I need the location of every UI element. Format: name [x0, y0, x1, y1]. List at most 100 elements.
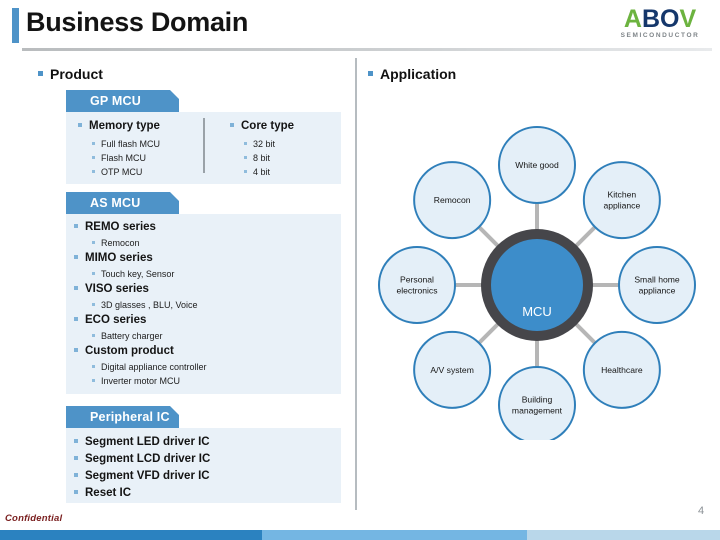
satellite-label: Remocon: [434, 195, 471, 205]
satellite-node[interactable]: Kitchen appliance: [582, 161, 661, 240]
section-heading-product-label: Product: [50, 66, 103, 82]
label: Digital appliance controller: [101, 362, 207, 372]
square-bullet-icon: [74, 316, 78, 321]
satellite-label: Healthcare: [601, 365, 643, 375]
square-bullet-icon: [74, 489, 78, 494]
gp-core-item: 8 bit: [244, 153, 270, 163]
label: Segment LED driver IC: [85, 436, 210, 448]
square-bullet-icon: [92, 379, 95, 383]
hub-label: MCU: [522, 304, 552, 319]
satellite-label: A/V system: [430, 365, 473, 375]
square-bullet-icon: [38, 71, 43, 77]
peripheral-item: Reset IC: [74, 487, 131, 499]
square-bullet-icon: [92, 365, 95, 369]
footer-color-bar: [0, 530, 720, 540]
square-bullet-icon: [92, 272, 95, 276]
square-bullet-icon: [92, 334, 95, 338]
header-divider-rule: [22, 48, 712, 51]
footer-bar-segment-2: [262, 530, 527, 540]
spoke-line: [573, 321, 598, 346]
square-bullet-icon: [74, 438, 78, 443]
satellite-node[interactable]: A/V system: [413, 330, 492, 409]
square-bullet-icon: [78, 122, 82, 127]
label: 4 bit: [253, 167, 271, 177]
column-divider: [355, 58, 357, 510]
square-bullet-icon: [74, 347, 78, 352]
logo-tagline: SEMICONDUCTOR: [620, 32, 700, 39]
label: ECO series: [85, 314, 147, 326]
as-group-item: 3D glasses , BLU, Voice: [92, 300, 198, 310]
section-heading-application: Application: [368, 66, 456, 82]
gp-mcu-inner-divider: [203, 118, 205, 173]
as-group-item: Inverter motor MCU: [92, 376, 180, 386]
spoke-line: [476, 321, 501, 346]
application-hub-spoke-diagram: White good Kitchen appliance Small home appl…: [360, 120, 720, 440]
square-bullet-icon: [244, 170, 247, 174]
satellite-node[interactable]: Personal electronics: [378, 246, 456, 324]
gp-group-title-core-type: Core type: [230, 120, 294, 132]
as-group-title-viso: VISO series: [74, 283, 149, 295]
square-bullet-icon: [244, 142, 247, 146]
square-bullet-icon: [92, 303, 95, 307]
label: Full flash MCU: [101, 139, 161, 149]
label: VISO series: [85, 283, 149, 295]
gp-group-title-memory-type: Memory type: [78, 120, 160, 132]
satellite-node[interactable]: Building management: [498, 366, 576, 440]
square-bullet-icon: [368, 71, 373, 77]
square-bullet-icon: [74, 455, 78, 460]
square-bullet-icon: [92, 170, 95, 174]
as-group-title-custom: Custom product: [74, 345, 174, 357]
section-heading-product: Product: [38, 66, 103, 82]
logo-letters-bo: BO: [641, 5, 680, 33]
page-number: 4: [697, 505, 705, 517]
as-group-title-eco: ECO series: [74, 314, 146, 326]
as-group-item: Remocon: [92, 238, 140, 248]
satellite-label: Personal electronics: [396, 275, 437, 296]
satellite-node[interactable]: Small home appliance: [618, 246, 696, 324]
confidential-marking: Confidential: [5, 513, 63, 524]
satellite-node[interactable]: Healthcare: [582, 330, 661, 409]
footer-bar-segment-1: [0, 530, 262, 540]
square-bullet-icon: [74, 223, 78, 228]
label: Touch key, Sensor: [101, 269, 175, 279]
label: Remocon: [101, 238, 140, 248]
label: Core type: [241, 120, 295, 132]
section-heading-application-label: Application: [380, 66, 457, 82]
label: 32 bit: [253, 139, 276, 149]
tab-as-mcu[interactable]: AS MCU: [66, 192, 179, 214]
tab-peripheral-ic[interactable]: Peripheral IC: [66, 406, 179, 428]
peripheral-item: Segment VFD driver IC: [74, 470, 210, 482]
label: 8 bit: [253, 153, 271, 163]
abov-semiconductor-logo: ABOV SEMICONDUCTOR: [608, 6, 712, 42]
satellite-node[interactable]: Remocon: [413, 161, 492, 240]
label: Segment VFD driver IC: [85, 470, 210, 482]
label: 3D glasses , BLU, Voice: [101, 300, 198, 310]
square-bullet-icon: [92, 156, 95, 160]
square-bullet-icon: [92, 241, 95, 245]
gp-memory-item: Full flash MCU: [92, 139, 160, 149]
gp-core-item: 4 bit: [244, 167, 270, 177]
tab-gp-mcu[interactable]: GP MCU: [66, 90, 179, 112]
logo-letter-v: V: [679, 5, 697, 33]
hub-node: MCU: [481, 229, 593, 341]
as-group-title-remo: REMO series: [74, 221, 156, 233]
spoke-line: [573, 224, 598, 249]
square-bullet-icon: [244, 156, 247, 160]
logo-letter-a: A: [623, 5, 642, 33]
satellite-label: White good: [515, 160, 559, 170]
title-accent-bar: [12, 8, 19, 43]
square-bullet-icon: [92, 142, 95, 146]
label: Reset IC: [85, 487, 132, 499]
gp-memory-item: OTP MCU: [92, 167, 142, 177]
as-group-title-mimo: MIMO series: [74, 252, 153, 264]
label: OTP MCU: [101, 167, 143, 177]
as-group-item: Touch key, Sensor: [92, 269, 174, 279]
label: REMO series: [85, 221, 156, 233]
square-bullet-icon: [74, 285, 78, 290]
satellite-node[interactable]: White good: [498, 126, 576, 204]
page-title: Business Domain: [26, 7, 249, 37]
square-bullet-icon: [230, 122, 234, 127]
footer-bar-segment-3: [527, 530, 720, 540]
label: Custom product: [85, 345, 174, 357]
label: Battery charger: [101, 331, 163, 341]
